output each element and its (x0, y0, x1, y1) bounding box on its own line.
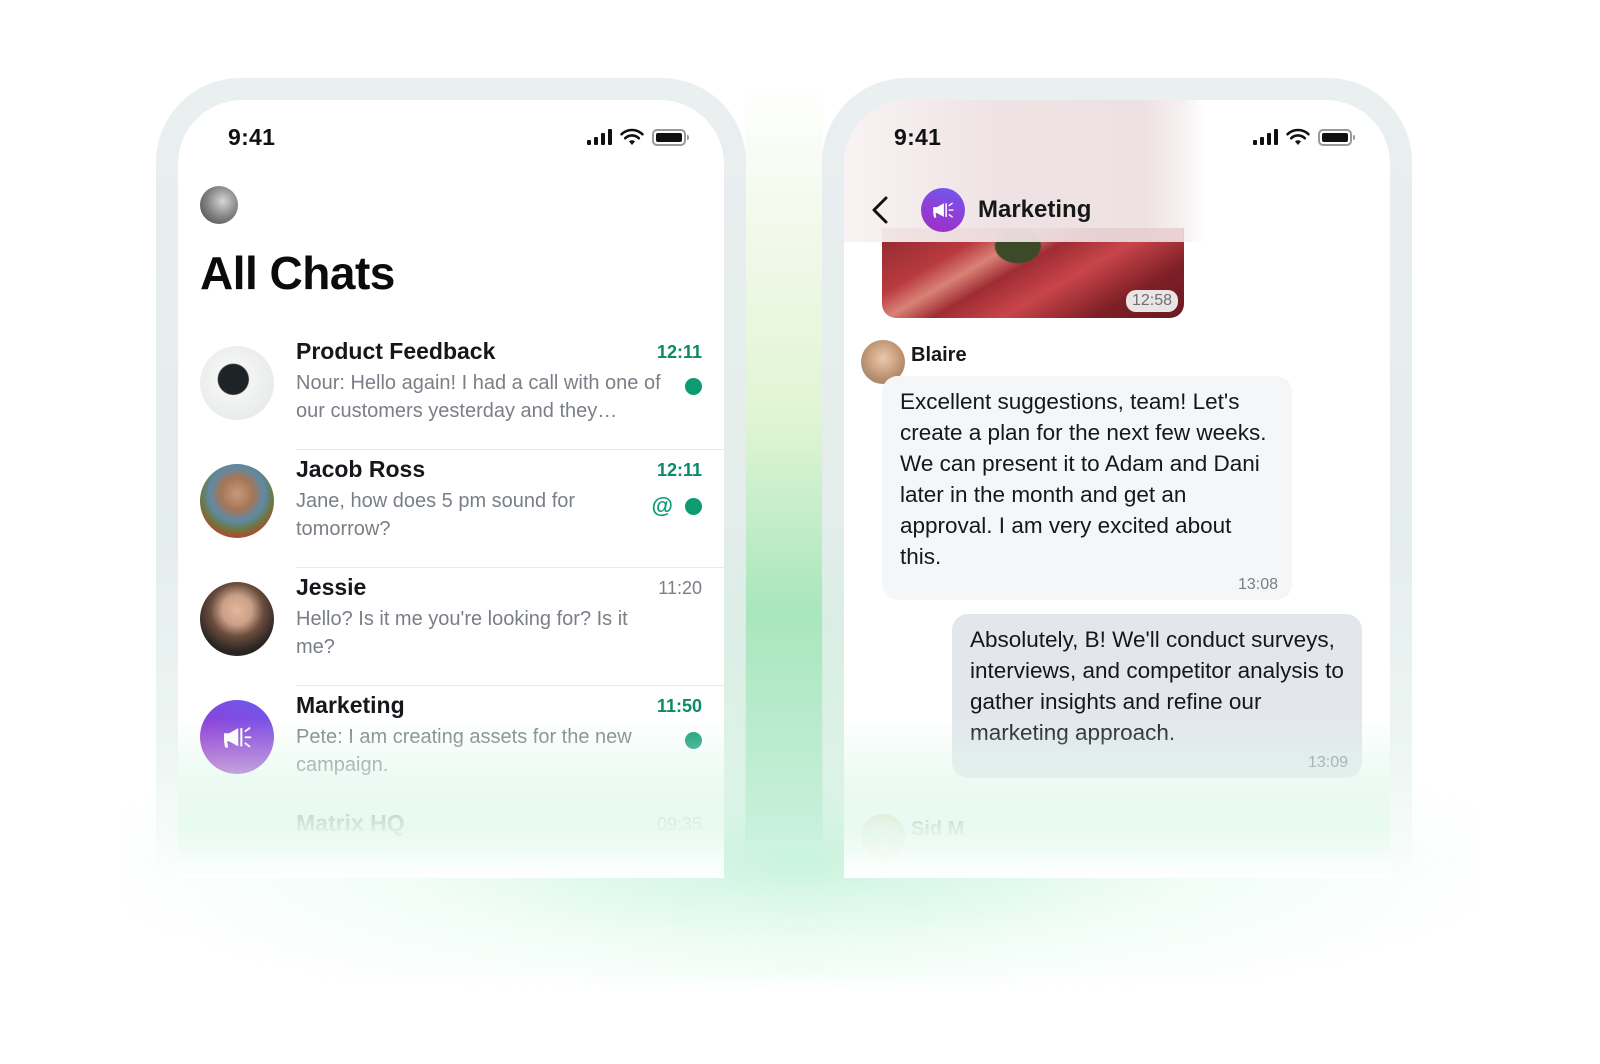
chat-list: Product Feedback Nour: Hello again! I ha… (178, 332, 724, 878)
chat-item-product-feedback[interactable]: Product Feedback Nour: Hello again! I ha… (178, 332, 724, 450)
chat-item-jacob-ross[interactable]: Jacob Ross Jane, how does 5 pm sound for… (178, 450, 724, 568)
chat-avatar (200, 464, 274, 538)
background-band (745, 80, 823, 840)
chat-timestamp: 12:11 (656, 342, 702, 362)
user-profile-avatar[interactable] (200, 186, 238, 224)
signal-icon (1253, 129, 1278, 145)
chat-preview: Hello? Is it me you're looking for? Is i… (296, 608, 628, 658)
chat-timestamp: 11:20 (658, 578, 702, 598)
status-icons (587, 128, 689, 146)
room-name[interactable]: Marketing (978, 196, 1091, 224)
chat-name: Jacob Ross (296, 456, 426, 482)
message-bubble-outgoing[interactable]: Absolutely, B! We'll conduct surveys, in… (952, 614, 1362, 778)
chat-item-marketing[interactable]: Marketing Pete: I am creating assets for… (178, 686, 724, 804)
unread-dot-icon (685, 378, 702, 395)
message-timestamp: 12:58 (1125, 290, 1178, 312)
chat-name: Marketing (296, 692, 405, 718)
unread-dot-icon (685, 732, 702, 749)
unread-dot-icon (685, 497, 702, 515)
message-timestamp: 13:08 (1237, 576, 1278, 593)
phone-room-view: 12:58 Marketing 9:41 Blaire Excellent su… (822, 78, 1412, 878)
status-icons (1253, 128, 1355, 146)
chat-name: Matrix HQ (296, 810, 405, 836)
chat-timestamp: 09:35 (656, 814, 702, 834)
battery-icon (1318, 128, 1355, 146)
sender-avatar[interactable] (861, 814, 905, 858)
message-bubble-incoming[interactable]: Excellent suggestions, team! Let's creat… (882, 376, 1292, 600)
room-screen: 12:58 Marketing 9:41 Blaire Excellent su… (844, 100, 1390, 878)
chat-timestamp: 12:11 (656, 460, 702, 480)
message-text: Excellent suggestions, team! Let's creat… (900, 389, 1267, 569)
matrix-logo-icon (200, 818, 274, 878)
message-text: Absolutely, B! We'll conduct surveys, in… (970, 627, 1344, 745)
wifi-icon (1286, 128, 1310, 145)
status-bar: 9:41 (844, 122, 1390, 152)
megaphone-icon (223, 726, 252, 748)
chat-name: Jessie (296, 574, 367, 600)
status-time: 9:41 (894, 124, 942, 150)
wifi-icon (620, 128, 644, 145)
chat-name: Product Feedback (296, 338, 496, 364)
message-timestamp: 13:09 (1307, 754, 1348, 771)
mention-icon: @ (651, 493, 673, 518)
chat-item-jessie[interactable]: Jessie Hello? Is it me you're looking fo… (178, 568, 724, 686)
chat-preview: Jane, how does 5 pm sound for tomorrow? (296, 490, 576, 540)
status-time: 9:41 (228, 124, 276, 150)
status-bar: 9:41 (178, 122, 724, 152)
chat-timestamp: 11:50 (656, 696, 702, 716)
chat-item-matrix-hq[interactable]: Matrix HQ 09:35 (178, 804, 724, 878)
signal-icon (587, 129, 612, 145)
phone-chat-list: 9:41 All Chats Product Feedback Nour: He… (156, 78, 746, 878)
page-title: All Chats (200, 247, 395, 299)
room-avatar[interactable] (921, 188, 965, 232)
battery-icon (652, 128, 689, 146)
sender-name: Sid M (911, 818, 965, 840)
chat-preview: Pete: I am creating assets for the new c… (296, 726, 632, 776)
chat-preview: Nour: Hello again! I had a call with one… (296, 372, 661, 422)
megaphone-icon (933, 202, 954, 218)
chevron-left-icon[interactable] (866, 192, 896, 228)
chat-avatar (200, 700, 274, 774)
chat-avatar (200, 346, 274, 420)
chat-list-screen: 9:41 All Chats Product Feedback Nour: He… (178, 100, 724, 878)
chat-avatar (200, 582, 274, 656)
sender-name: Blaire (911, 344, 967, 366)
